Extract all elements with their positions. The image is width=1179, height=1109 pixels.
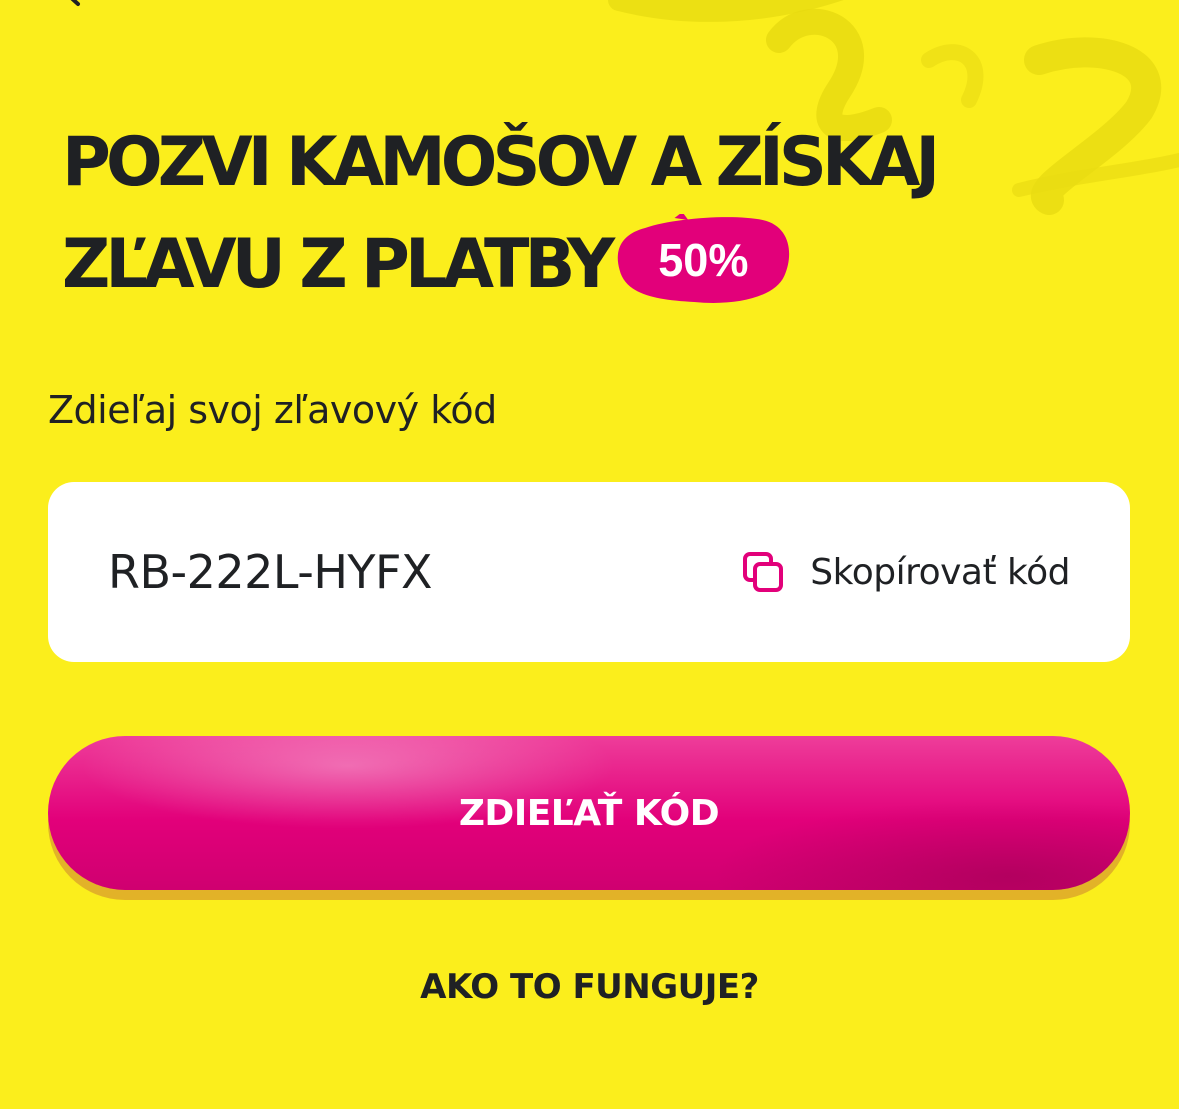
copy-code-button[interactable]: Skopírovať kód — [742, 544, 1070, 600]
discount-code-value: RB-222L-HYFX — [108, 545, 433, 599]
headline-line-2: ZĽAVU Z PLATBY 50% — [62, 214, 1101, 316]
share-code-label: ZDIEĽAŤ KÓD — [458, 792, 720, 834]
headline-line-2-text: ZĽAVU Z PLATBY — [62, 225, 615, 304]
share-code-button[interactable]: ZDIEĽAŤ KÓD — [48, 736, 1130, 890]
promo-headline: POZVI KAMOŠOV A ZÍSKAJ ZĽAVU Z PLATBY 50… — [62, 112, 1122, 316]
copy-code-label: Skopírovať kód — [810, 551, 1070, 593]
how-it-works-link[interactable]: AKO TO FUNGUJE? — [0, 962, 1179, 1012]
discount-code-card: RB-222L-HYFX Skopírovať kód — [48, 482, 1130, 662]
copy-icon — [743, 552, 784, 592]
badge-percent-text: 50% — [658, 234, 749, 287]
headline-line-1: POZVI KAMOŠOV A ZÍSKAJ — [62, 123, 940, 202]
discount-badge: 50% — [616, 214, 790, 306]
share-code-subtitle: Zdieľaj svoj zľavový kód — [48, 388, 497, 432]
back-arrow-icon[interactable] — [58, 0, 88, 10]
